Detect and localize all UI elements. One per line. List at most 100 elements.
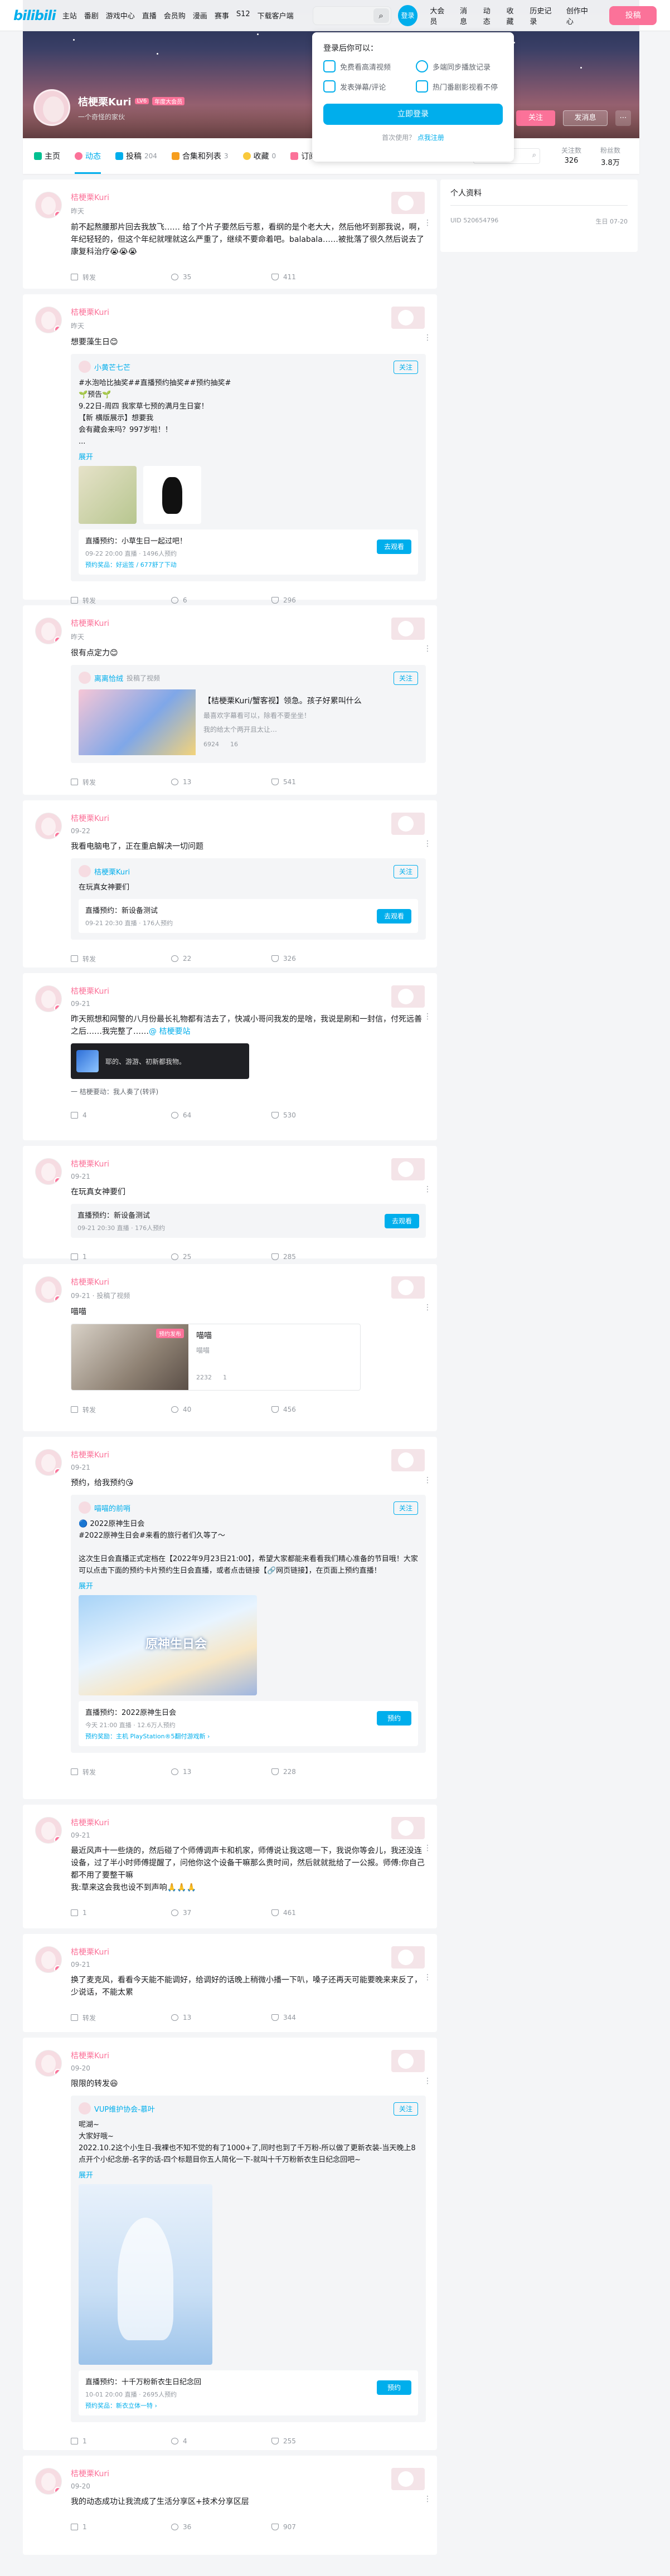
share-button[interactable]: 转发 bbox=[71, 2013, 171, 2023]
share-button[interactable]: 转发 bbox=[71, 596, 171, 605]
message-button[interactable]: 发消息 bbox=[563, 110, 608, 126]
author-name[interactable]: 桔梗栗Kuri bbox=[71, 1817, 426, 1828]
expand-link[interactable]: 展开 bbox=[79, 2169, 418, 2180]
like-button[interactable]: 255 bbox=[271, 2437, 372, 2445]
avatar[interactable] bbox=[79, 361, 91, 373]
tab-favorites[interactable]: 收藏 0 bbox=[242, 138, 276, 174]
more-icon[interactable]: ⋮ bbox=[424, 1973, 431, 1982]
nav-shop[interactable]: 会员购 bbox=[164, 10, 186, 21]
like-button[interactable]: 461 bbox=[271, 1909, 372, 1917]
follow-button[interactable]: 关注 bbox=[516, 110, 555, 126]
avatar[interactable] bbox=[35, 985, 62, 1012]
comment-button[interactable]: 13 bbox=[171, 2014, 271, 2021]
forward-author[interactable]: 小黄芒七芒 bbox=[94, 362, 130, 372]
tab-collections[interactable]: 合集和列表 3 bbox=[171, 138, 229, 174]
comment-button[interactable]: 36 bbox=[171, 2523, 271, 2531]
search-icon[interactable]: ⌕ bbox=[373, 8, 389, 23]
share-button[interactable]: 1 bbox=[71, 1909, 171, 1917]
more-icon[interactable]: ⋮ bbox=[424, 1185, 431, 1194]
video-title[interactable]: 【桔梗栗Kuri/蟹客视】领急。孩子好累叫什么 bbox=[203, 695, 418, 706]
author-name[interactable]: 桔梗栗Kuri bbox=[71, 1946, 426, 1957]
comment-button[interactable]: 6 bbox=[171, 596, 271, 604]
comment-button[interactable]: 13 bbox=[171, 1768, 271, 1776]
expand-link[interactable]: 展开 bbox=[79, 1580, 418, 1591]
search-input[interactable]: ⌕ bbox=[312, 6, 391, 25]
more-icon[interactable]: ⋮ bbox=[424, 2495, 431, 2504]
like-button[interactable]: 907 bbox=[271, 2523, 372, 2531]
more-icon[interactable]: ⋮ bbox=[424, 1844, 431, 1853]
live-note[interactable]: 预约奖品：新衣立体一特 › bbox=[85, 2401, 411, 2410]
author-name[interactable]: 桔梗栗Kuri bbox=[71, 1158, 426, 1169]
nav-esports[interactable]: 赛事 bbox=[215, 10, 229, 21]
avatar[interactable] bbox=[79, 1501, 91, 1514]
share-button[interactable]: 转发 bbox=[71, 273, 171, 282]
comment-button[interactable]: 25 bbox=[171, 1253, 271, 1261]
author-name[interactable]: 桔梗栗Kuri bbox=[71, 2468, 426, 2479]
nav-messages[interactable]: 消息 bbox=[460, 5, 473, 26]
nav-history[interactable]: 历史记录 bbox=[530, 5, 556, 26]
share-button[interactable]: 1 bbox=[71, 1253, 171, 1261]
stat-following[interactable]: 关注数 326 bbox=[561, 145, 581, 167]
forward-author[interactable]: 离离恰绒 bbox=[94, 673, 123, 683]
embedded-card[interactable]: 耶的、游游、初新都我物。 bbox=[71, 1043, 249, 1079]
video-card[interactable]: 【桔梗栗Kuri/蟹客视】领急。孩子好累叫什么 最喜欢字幕看可以，除看不要坐坐！… bbox=[79, 689, 418, 756]
forwarded-post[interactable]: 喵喵的前哨 关注 🔵 2022原神生日会 #2022原神生日会#来看的旅行者们久… bbox=[71, 1495, 426, 1753]
avatar[interactable] bbox=[35, 1158, 62, 1185]
avatar[interactable] bbox=[35, 2468, 62, 2495]
more-icon[interactable]: ⋮ bbox=[424, 1476, 431, 1485]
like-button[interactable]: 541 bbox=[271, 778, 372, 786]
stat-followers[interactable]: 粉丝数 3.8万 bbox=[600, 145, 620, 167]
video-thumbnail[interactable] bbox=[79, 689, 196, 755]
comment-button[interactable]: 40 bbox=[171, 1406, 271, 1413]
avatar[interactable] bbox=[35, 618, 62, 644]
author-name[interactable]: 桔梗栗Kuri bbox=[71, 1449, 426, 1460]
tab-dynamic[interactable]: 动态 bbox=[75, 138, 101, 174]
follow-button[interactable]: 关注 bbox=[394, 1501, 418, 1515]
post-image[interactable]: 原神生日会 bbox=[79, 1595, 257, 1695]
upload-button[interactable]: 投稿 bbox=[609, 6, 657, 25]
comment-button[interactable]: 64 bbox=[171, 1111, 271, 1119]
watch-button[interactable]: 去观看 bbox=[377, 539, 411, 554]
live-note[interactable]: 预约奖品：好运签 / 677舒了下动 bbox=[85, 560, 411, 569]
share-button[interactable]: 转发 bbox=[71, 777, 171, 787]
nav-vip[interactable]: 大会员 bbox=[430, 5, 450, 26]
watch-button[interactable]: 去观看 bbox=[377, 909, 411, 924]
share-button[interactable]: 4 bbox=[71, 1111, 171, 1119]
nav-s12[interactable]: S12 bbox=[236, 10, 250, 21]
author-name[interactable]: 桔梗栗Kuri bbox=[71, 192, 426, 203]
video-thumbnail[interactable]: 预约发布 bbox=[71, 1324, 188, 1390]
nav-creator-center[interactable]: 创作中心 bbox=[566, 5, 593, 26]
like-button[interactable]: 228 bbox=[271, 1768, 372, 1776]
more-icon[interactable]: ⋮ bbox=[424, 218, 431, 227]
avatar[interactable] bbox=[79, 2102, 91, 2115]
bilibili-logo[interactable]: bilibili bbox=[13, 8, 56, 23]
like-button[interactable]: 411 bbox=[271, 273, 372, 281]
avatar[interactable] bbox=[35, 813, 62, 839]
follow-button[interactable]: 关注 bbox=[394, 672, 418, 685]
avatar[interactable] bbox=[35, 192, 62, 218]
follow-button[interactable]: 关注 bbox=[394, 865, 418, 878]
avatar[interactable] bbox=[79, 865, 91, 877]
post-image[interactable] bbox=[79, 2184, 212, 2365]
like-button[interactable]: 344 bbox=[271, 2014, 372, 2021]
author-name[interactable]: 桔梗栗Kuri bbox=[71, 813, 426, 824]
forward-author[interactable]: VUP维护协会-慕叶 bbox=[94, 2103, 155, 2114]
more-icon[interactable]: ⋮ bbox=[424, 333, 431, 342]
avatar[interactable] bbox=[35, 1276, 62, 1303]
nav-anime[interactable]: 番剧 bbox=[84, 10, 99, 21]
share-button[interactable]: 1 bbox=[71, 2437, 171, 2445]
nav-main[interactable]: 主站 bbox=[62, 10, 77, 21]
like-button[interactable]: 456 bbox=[271, 1406, 372, 1413]
profile-avatar[interactable] bbox=[33, 89, 70, 126]
nav-games[interactable]: 游戏中心 bbox=[106, 10, 135, 21]
live-note[interactable]: 预约奖励：主机 PlayStation®5翻付游戏新 › bbox=[85, 1732, 411, 1741]
video-card[interactable]: 预约发布 喵喵 喵喵 2232 1 bbox=[71, 1324, 361, 1391]
share-button[interactable]: 转发 bbox=[71, 1405, 171, 1415]
author-name[interactable]: 桔梗栗Kuri bbox=[71, 1276, 426, 1287]
avatar[interactable] bbox=[35, 307, 62, 333]
reserve-button[interactable]: 预约 bbox=[377, 1711, 411, 1726]
forwarded-post[interactable]: 桔梗栗Kuri 关注 在玩真女神要们 直播预约：新设备测试 09-21 20:3… bbox=[71, 858, 426, 940]
forwarded-post[interactable]: 小黄芒七芒 关注 #水泡哈比抽奖##直播预约抽奖##预约抽奖# 🌱预告🌱 9.2… bbox=[71, 354, 426, 581]
avatar[interactable] bbox=[35, 1946, 62, 1973]
nav-download-client[interactable]: 下载客户端 bbox=[258, 10, 294, 21]
